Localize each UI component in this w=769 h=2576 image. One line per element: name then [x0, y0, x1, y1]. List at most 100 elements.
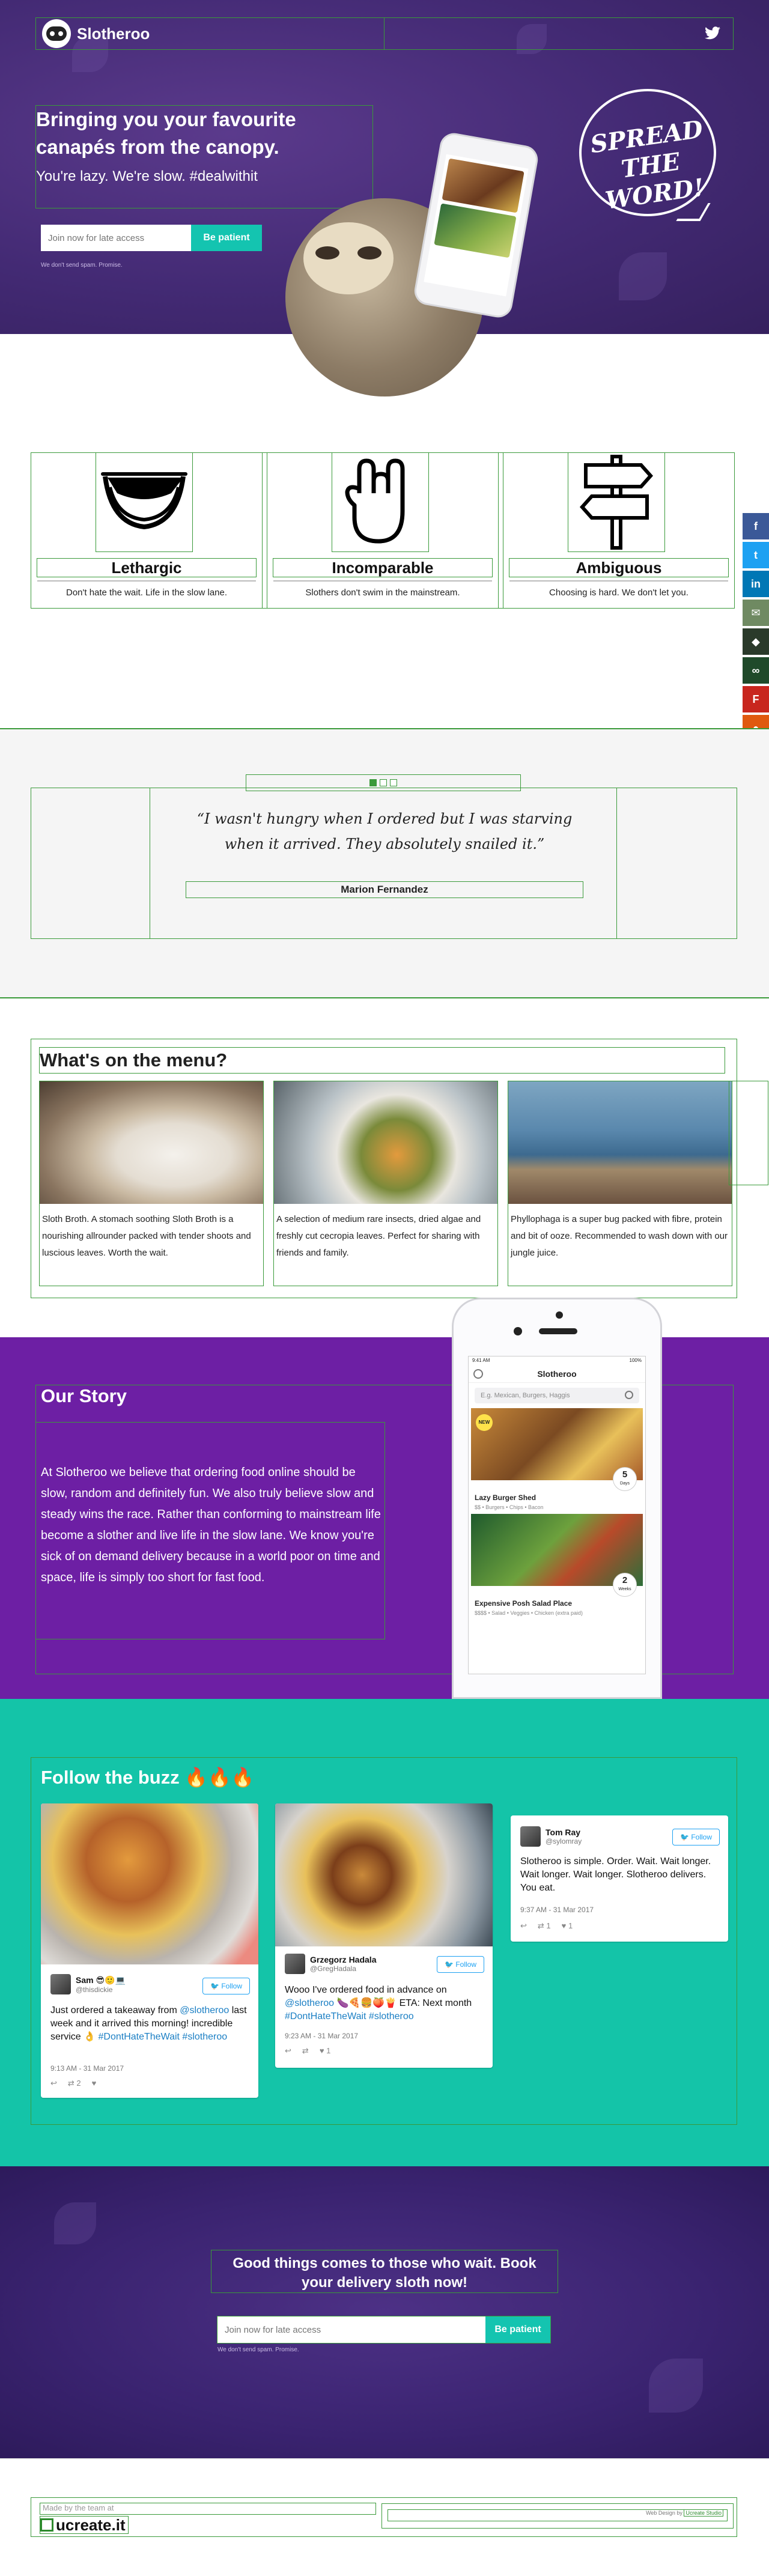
footer-right: Web Design by Ucreate Studio [381, 2503, 734, 2529]
tweet-card: Tom Ray @sylomray 🐦 Follow Slotheroo is … [511, 1815, 728, 1942]
eta-value: 2 [622, 1575, 628, 1585]
features-section: Lethargic Don't hate the wait. Life in t… [31, 452, 735, 609]
reply-icon[interactable]: ↩ [285, 2046, 291, 2056]
credit-link[interactable]: Ucreate Studio [684, 2509, 723, 2517]
made-by-text: Made by the team at [40, 2503, 376, 2515]
ucreate-logo[interactable]: ucreate.it [40, 2516, 129, 2534]
feature-title: Lethargic [37, 558, 257, 577]
tweet-date[interactable]: 9:13 AM - 31 Mar 2017 [50, 2064, 124, 2073]
leaf-decoration [619, 252, 667, 300]
settings-icon[interactable] [473, 1369, 483, 1379]
twitter-icon[interactable] [704, 26, 721, 41]
cta-section: Good things comes to those who wait. Boo… [0, 2166, 769, 2458]
flipboard-icon[interactable]: F [743, 686, 769, 712]
restaurant-card[interactable]: NEW 5 Days [471, 1408, 643, 1491]
tweet-author: Sam 😎🙂💻 [76, 1975, 126, 1985]
like-icon[interactable]: ♥ 1 [320, 2046, 331, 2056]
dish-card: A selection of medium rare insects, drie… [273, 1081, 498, 1286]
feature-card: Ambiguous Choosing is hard. We don't let… [503, 452, 735, 609]
follow-button[interactable]: 🐦 Follow [202, 1978, 250, 1994]
cta-email-input[interactable] [217, 2316, 485, 2343]
testimonial-inner: “I wasn't hungry when I ordered but I wa… [150, 788, 617, 939]
carousel-next-area[interactable] [729, 1081, 768, 1185]
brand-name: Slotheroo [77, 24, 150, 43]
hero-email-input[interactable] [41, 225, 191, 251]
brand[interactable]: Slotheroo [42, 19, 150, 48]
facebook-icon[interactable]: f [743, 513, 769, 539]
dish-card: Sloth Broth. A stomach soothing Sloth Br… [39, 1081, 264, 1286]
tweet-actions: ↩ ⇄ 2 ♥ [50, 2079, 96, 2088]
restaurant-meta: $$ • Burgers • Chips • Bacon [475, 1504, 544, 1510]
hero-subtitle: You're lazy. We're slow. #dealwithit [36, 168, 258, 184]
phone-app-title: Slotheroo [537, 1369, 577, 1379]
restaurant-name: Expensive Posh Salad Place [475, 1599, 573, 1608]
hero-signup-form: Be patient [41, 225, 262, 251]
reply-icon[interactable]: ↩ [50, 2079, 57, 2088]
tweet-actions: ↩ ⇄ ♥ 1 [285, 2046, 330, 2056]
menu-title: What's on the menu? [39, 1047, 725, 1074]
tweet-handle[interactable]: @sylomray [546, 1837, 582, 1845]
top-nav: Slotheroo [35, 17, 734, 50]
twitter-icon[interactable]: t [743, 542, 769, 568]
phone-time: 9:41 AM [472, 1358, 490, 1363]
eta-badge: 2 Weeks [613, 1573, 637, 1597]
reply-icon[interactable]: ↩ [520, 1921, 527, 1931]
nav-right [384, 17, 734, 50]
tweet-actions: ↩ ⇄ 1 ♥ 1 [520, 1921, 573, 1931]
phone-battery: 100% [629, 1358, 642, 1363]
new-badge: NEW [476, 1414, 493, 1431]
search-icon [625, 1391, 633, 1399]
tweet-handle[interactable]: @thisdickie [76, 1985, 126, 1994]
tweet-text: Just ordered a takeaway from @slotheroo … [50, 2005, 247, 2042]
follow-button[interactable]: 🐦 Follow [437, 1956, 484, 1973]
cta-nospam-note: We don't send spam. Promise. [217, 2347, 299, 2353]
retweet-icon[interactable]: ⇄ 1 [538, 1921, 551, 1931]
phone-search-input[interactable]: E.g. Mexican, Burgers, Haggis [475, 1388, 639, 1403]
linkedin-icon[interactable]: in [743, 571, 769, 597]
tweet-handle[interactable]: @GregHadala [310, 1964, 376, 1973]
retweet-icon[interactable]: ⇄ 2 [68, 2079, 81, 2088]
ucreate-mark-icon [40, 2518, 53, 2532]
cta-signup-form: Be patient [217, 2316, 551, 2344]
car-icon[interactable]: ◆ [743, 628, 769, 655]
cta-signup-button[interactable]: Be patient [485, 2316, 550, 2343]
tripadvisor-icon[interactable]: ∞ [743, 657, 769, 684]
restaurant-card[interactable]: 2 Weeks [471, 1514, 643, 1597]
like-icon[interactable]: ♥ 1 [562, 1921, 573, 1931]
testimonial-card: “I wasn't hungry when I ordered but I wa… [31, 788, 737, 939]
like-icon[interactable]: ♥ [92, 2079, 97, 2088]
footer: Made by the team at ucreate.it Web Desig… [0, 2458, 769, 2576]
tweet-date[interactable]: 9:37 AM - 31 Mar 2017 [520, 1906, 594, 1914]
tweet-date[interactable]: 9:23 AM - 31 Mar 2017 [285, 2032, 358, 2040]
tweet-photo [275, 1803, 493, 1946]
story-title: Our Story [41, 1385, 127, 1406]
carousel-dot[interactable] [390, 779, 397, 786]
tweet-author: Tom Ray [546, 1827, 581, 1837]
follow-button[interactable]: 🐦 Follow [672, 1829, 720, 1845]
avatar[interactable] [285, 1954, 305, 1974]
caterpillar-photo [508, 1081, 732, 1204]
restaurant-name: Lazy Burger Shed [475, 1493, 536, 1502]
feature-title: Ambiguous [509, 558, 729, 577]
retweet-icon[interactable]: ⇄ [302, 2046, 309, 2056]
cta-title: Good things comes to those who wait. Boo… [233, 2255, 536, 2291]
testimonial-quote: “I wasn't hungry when I ordered but I wa… [196, 810, 573, 852]
feature-text: Don't hate the wait. Life in the slow la… [65, 588, 228, 598]
tweet-text: Wooo I've ordered food in advance on @sl… [285, 1985, 472, 2022]
carousel-dot[interactable] [369, 779, 377, 786]
eta-badge: 5 Days [613, 1467, 637, 1491]
avatar[interactable] [520, 1826, 541, 1847]
ucreate-logo-text: ucreate.it [56, 2515, 126, 2534]
email-icon[interactable]: ✉ [743, 600, 769, 626]
hero-title: Bringing you your favourite canapés from… [36, 108, 296, 158]
feature-text: Slothers don't swim in the mainstream. [305, 588, 460, 598]
spread-the-word-stamp: SPREAD THE WORD! [576, 89, 720, 233]
feature-title: Incomparable [273, 558, 493, 577]
carousel-dot[interactable] [380, 779, 387, 786]
app-phone-mockup: 9:41 AM 100% Slotheroo E.g. Mexican, Bur… [452, 1298, 662, 1699]
avatar[interactable] [50, 1974, 71, 1994]
tweet-card: Grzegorz Hadala @GregHadala 🐦 Follow Woo… [275, 1803, 493, 2068]
dish-description: A selection of medium rare insects, drie… [276, 1214, 481, 1258]
eta-value: 5 [622, 1469, 628, 1480]
eta-unit: Days [620, 1481, 630, 1486]
